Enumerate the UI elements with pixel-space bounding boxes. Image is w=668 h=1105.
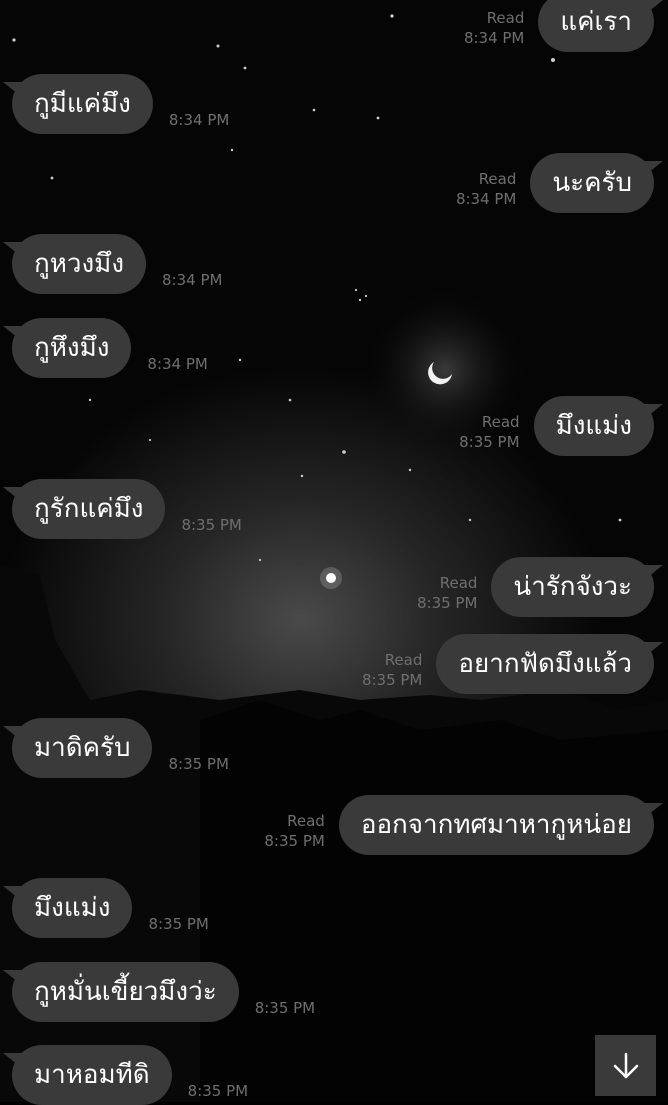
message-incoming: มาหอมทีดิ 8:35 PM bbox=[12, 1045, 248, 1105]
message-bubble[interactable]: กูหึงมึง bbox=[12, 318, 132, 378]
message-meta: Read 8:35 PM bbox=[264, 811, 324, 855]
message-bubble[interactable]: นะครับ bbox=[530, 153, 654, 213]
message-outgoing: Read 8:35 PM มึงแม่ง bbox=[459, 396, 654, 456]
message-time: 8:34 PM bbox=[147, 355, 208, 373]
message-bubble[interactable]: มาหอมทีดิ bbox=[12, 1045, 172, 1105]
message-bubble[interactable]: มึงแม่ง bbox=[12, 878, 133, 938]
message-bubble[interactable]: มาดิครับ bbox=[12, 718, 153, 778]
message-time: 8:35 PM bbox=[264, 832, 325, 850]
message-incoming: กูหมั่นเขี้ยวมึงว่ะ 8:35 PM bbox=[12, 962, 315, 1022]
message-bubble[interactable]: กูมีแค่มึง bbox=[12, 74, 153, 134]
read-receipt: Read bbox=[287, 812, 325, 830]
message-time: 8:34 PM bbox=[463, 29, 525, 47]
scroll-to-bottom-button[interactable] bbox=[595, 1035, 656, 1096]
message-time: 8:35 PM bbox=[168, 755, 229, 773]
message-outgoing: Read 8:34 PM นะครับ bbox=[456, 153, 654, 213]
message-time: 8:35 PM bbox=[148, 915, 209, 933]
message-time: 8:35 PM bbox=[416, 594, 478, 612]
message-meta: Read 8:34 PM bbox=[464, 8, 524, 52]
message-incoming: มึงแม่ง 8:35 PM bbox=[12, 878, 209, 938]
message-time: 8:35 PM bbox=[361, 671, 423, 689]
message-time: 8:35 PM bbox=[459, 433, 520, 451]
message-bubble[interactable]: กูหมั่นเขี้ยวมึงว่ะ bbox=[12, 962, 239, 1022]
message-outgoing: Read 8:34 PM แค่เรา bbox=[464, 0, 654, 52]
read-receipt: Read bbox=[486, 9, 525, 27]
read-receipt: Read bbox=[384, 651, 423, 669]
message-bubble[interactable]: มึงแม่ง bbox=[533, 396, 654, 456]
read-receipt: Read bbox=[478, 170, 517, 188]
arrow-down-icon bbox=[613, 1052, 638, 1078]
message-bubble[interactable]: น่ารักจังวะ bbox=[491, 557, 654, 617]
message-meta: Read 8:35 PM bbox=[362, 650, 422, 694]
message-time: 8:34 PM bbox=[455, 190, 517, 208]
message-time: 8:35 PM bbox=[181, 516, 242, 534]
message-outgoing: Read 8:35 PM ออกจากทศมาหากูหน่อย bbox=[264, 795, 654, 855]
message-outgoing: Read 8:35 PM อยากฟัดมึงแล้ว bbox=[362, 634, 654, 694]
message-time: 8:34 PM bbox=[162, 271, 223, 289]
message-incoming: กูหวงมึง 8:34 PM bbox=[12, 234, 222, 294]
message-bubble[interactable]: กูรักแค่มึง bbox=[12, 479, 166, 539]
message-incoming: กูรักแค่มึง 8:35 PM bbox=[12, 479, 242, 539]
message-incoming: กูหึงมึง 8:34 PM bbox=[12, 318, 208, 378]
message-bubble[interactable]: ออกจากทศมาหากูหน่อย bbox=[338, 795, 654, 855]
message-outgoing: Read 8:35 PM น่ารักจังวะ bbox=[417, 557, 654, 617]
message-incoming: กูมีแค่มึง 8:34 PM bbox=[12, 74, 229, 134]
message-bubble[interactable]: แค่เรา bbox=[538, 0, 654, 52]
read-receipt: Read bbox=[439, 574, 478, 592]
message-meta: Read 8:35 PM bbox=[417, 573, 477, 617]
chat-thread[interactable]: Read 8:34 PM แค่เรา กูมีแค่มึง 8:34 PM R… bbox=[0, 0, 668, 1105]
message-incoming: มาดิครับ 8:35 PM bbox=[12, 718, 229, 778]
message-bubble[interactable]: กูหวงมึง bbox=[12, 234, 147, 294]
message-meta: Read 8:34 PM bbox=[456, 169, 516, 213]
read-receipt: Read bbox=[481, 413, 520, 431]
message-meta: Read 8:35 PM bbox=[459, 412, 519, 456]
message-time: 8:35 PM bbox=[187, 1082, 249, 1100]
message-time: 8:34 PM bbox=[168, 111, 230, 129]
message-time: 8:35 PM bbox=[254, 999, 316, 1017]
message-bubble[interactable]: อยากฟัดมึงแล้ว bbox=[436, 634, 654, 694]
